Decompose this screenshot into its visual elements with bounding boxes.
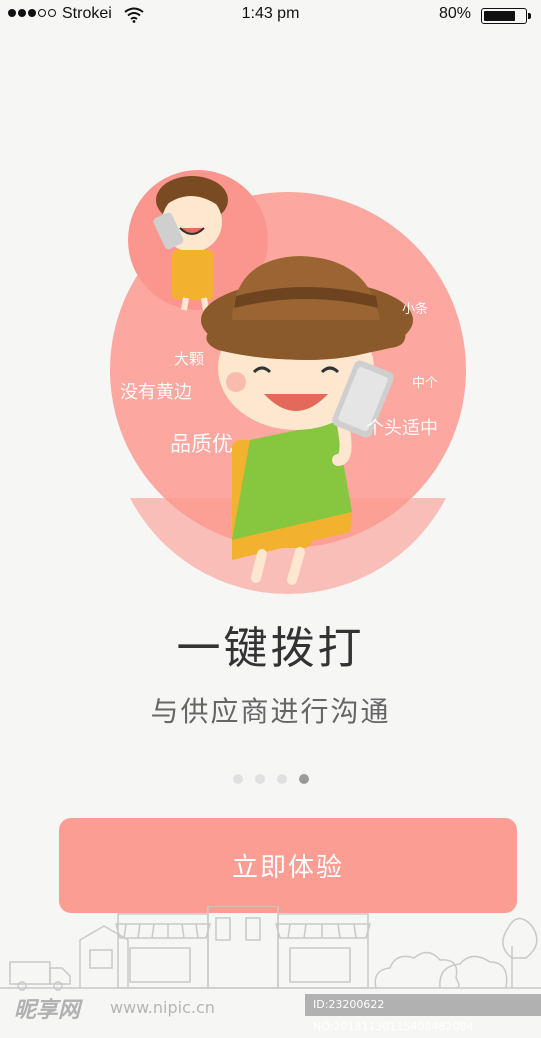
watermark-id: ID:23200622 NO:20181130115408482084 (305, 994, 541, 1033)
start-experience-button[interactable]: 立即体验 (59, 818, 517, 913)
watermark-url: www.nipic.cn (110, 998, 215, 1017)
page-indicator-dot (276, 774, 287, 784)
page-indicator (0, 774, 541, 784)
illustration-tag: 个头适中 (366, 418, 438, 439)
phone-call-illustration (110, 170, 466, 595)
onboarding-title: 一键拨打 (176, 623, 365, 674)
illustration-tag: 没有黄边 (120, 382, 192, 403)
page-indicator-dot (254, 774, 265, 784)
page-indicator-dot (232, 774, 243, 784)
watermark-logo: 昵享网 (14, 998, 81, 1023)
illustration-tag: 大颗 (174, 350, 205, 368)
illustration-tag: 小条 (402, 302, 429, 317)
illustration-tag: 品质优 (170, 432, 233, 456)
illustration-tag: 中个 (412, 376, 439, 391)
page-indicator-dot (298, 774, 309, 784)
status-bar: Strokei 1:43 pm 80% (0, 0, 541, 30)
battery-fill (484, 11, 516, 21)
onboarding-subtitle: 与供应商进行沟通 (150, 695, 391, 728)
onboarding-illustration: 小条 大颗 中个 没有黄边 个头适中 品质优 (0, 160, 541, 600)
battery-percentage: 80% (438, 5, 471, 22)
battery-icon (481, 8, 531, 24)
